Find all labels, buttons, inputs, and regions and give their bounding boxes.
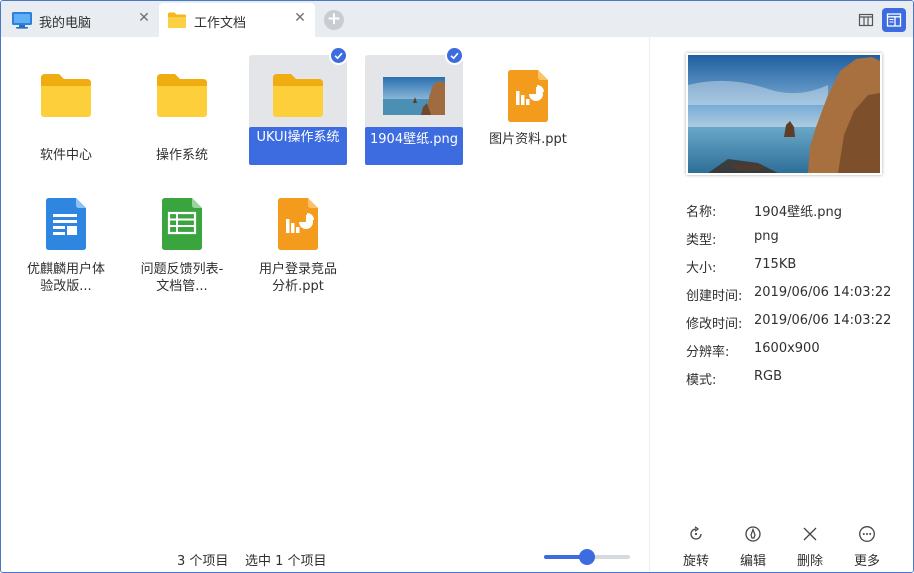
property-list: 名称: 1904壁纸.png 类型: png 大小: 715KB 创建时间: 2… [686, 201, 906, 397]
file-name: 用户登录竞品分析.ppt [258, 262, 337, 294]
property-value: png [754, 229, 779, 244]
property-key: 大小: [686, 261, 717, 276]
property-key: 类型: [686, 233, 717, 248]
edit-button[interactable]: 编辑 [731, 525, 775, 569]
file-name: 问题反馈列表-文档管... [140, 262, 224, 294]
zoom-slider[interactable] [544, 549, 630, 565]
rotate-icon [690, 526, 702, 540]
folder-icon [271, 71, 325, 123]
action-bar: 旋转 编辑 删除 更多 [674, 525, 910, 569]
computer-icon [11, 11, 33, 33]
file-grid: 软件中心 操作系统 UKUI操作系统 1904壁纸.png 图片资料.ppt 优… [1, 37, 649, 537]
property-row: 大小: 715KB [686, 257, 906, 285]
property-key: 模式: [686, 373, 717, 388]
property-value: 2019/06/06 14:03:22 [754, 285, 892, 300]
property-row: 名称: 1904壁纸.png [686, 201, 906, 229]
file-name: 操作系统 [155, 148, 208, 163]
property-key: 创建时间: [686, 289, 743, 304]
spreadsheet-file-icon [160, 197, 204, 255]
detail-view-icon [886, 13, 902, 27]
column-view-button[interactable] [854, 8, 878, 32]
property-value: 1904壁纸.png [754, 205, 842, 220]
file-name: 优麒麟用户体验改版... [26, 262, 105, 294]
more-label: 更多 [853, 554, 880, 569]
file-name: 图片资料.ppt [489, 132, 567, 147]
tab-work-docs[interactable]: 工作文档 ✕ [159, 3, 315, 37]
check-icon [445, 46, 464, 65]
property-value: 2019/06/06 14:03:22 [754, 313, 892, 328]
property-value: 715KB [754, 257, 797, 272]
check-icon [329, 46, 348, 65]
tab-my-computer[interactable]: 我的电脑 ✕ [1, 3, 159, 37]
file-name: 1904壁纸.png [365, 127, 463, 165]
ppt-file-icon [276, 197, 320, 255]
document-file-icon [44, 197, 88, 255]
status-bar: 3 个项目 选中 1 个项目 [1, 541, 649, 572]
selected-count: 选中 1 个项目 [245, 554, 327, 569]
property-row: 分辨率: 1600x900 [686, 341, 906, 369]
edit-icon [745, 526, 761, 542]
file-manager-window: 我的电脑 ✕ 工作文档 ✕ + 软件中心 操作系统 UKUI操作系统 1904壁… [0, 0, 914, 573]
property-value: 1600x900 [754, 341, 820, 356]
item-count: 3 个项目 [177, 554, 229, 569]
property-key: 名称: [686, 205, 717, 220]
property-row: 类型: png [686, 229, 906, 257]
property-key: 修改时间: [686, 317, 743, 332]
detail-view-button[interactable] [882, 8, 906, 32]
rotate-label: 旋转 [682, 554, 709, 569]
ppt-file-icon [506, 69, 550, 127]
delete-label: 删除 [796, 554, 823, 569]
property-value: RGB [754, 369, 783, 384]
edit-label: 编辑 [739, 554, 766, 569]
more-icon [859, 526, 875, 542]
folder-icon [155, 71, 209, 123]
image-thumbnail [383, 77, 445, 119]
delete-button[interactable]: 删除 [788, 525, 832, 569]
property-row: 模式: RGB [686, 369, 906, 397]
add-tab-button[interactable]: + [324, 10, 344, 30]
close-icon[interactable]: ✕ [293, 11, 307, 25]
file-name: 软件中心 [39, 148, 92, 163]
tab-bar: 我的电脑 ✕ 工作文档 ✕ + [1, 1, 913, 37]
more-button[interactable]: 更多 [845, 525, 889, 569]
file-name: UKUI操作系统 [249, 127, 347, 165]
folder-icon [39, 71, 93, 123]
detail-panel: 名称: 1904壁纸.png 类型: png 大小: 715KB 创建时间: 2… [649, 37, 913, 572]
tab-label: 我的电脑 [39, 16, 92, 31]
delete-icon [803, 527, 817, 541]
image-preview [686, 53, 882, 175]
property-row: 修改时间: 2019/06/06 14:03:22 [686, 313, 906, 341]
property-row: 创建时间: 2019/06/06 14:03:22 [686, 285, 906, 313]
folder-icon [167, 11, 187, 33]
column-view-icon [858, 13, 874, 27]
property-key: 分辨率: [686, 345, 730, 360]
close-icon[interactable]: ✕ [137, 11, 151, 25]
zoom-slider-handle[interactable] [579, 549, 595, 565]
tab-label: 工作文档 [194, 16, 247, 31]
rotate-button[interactable]: 旋转 [674, 525, 718, 569]
